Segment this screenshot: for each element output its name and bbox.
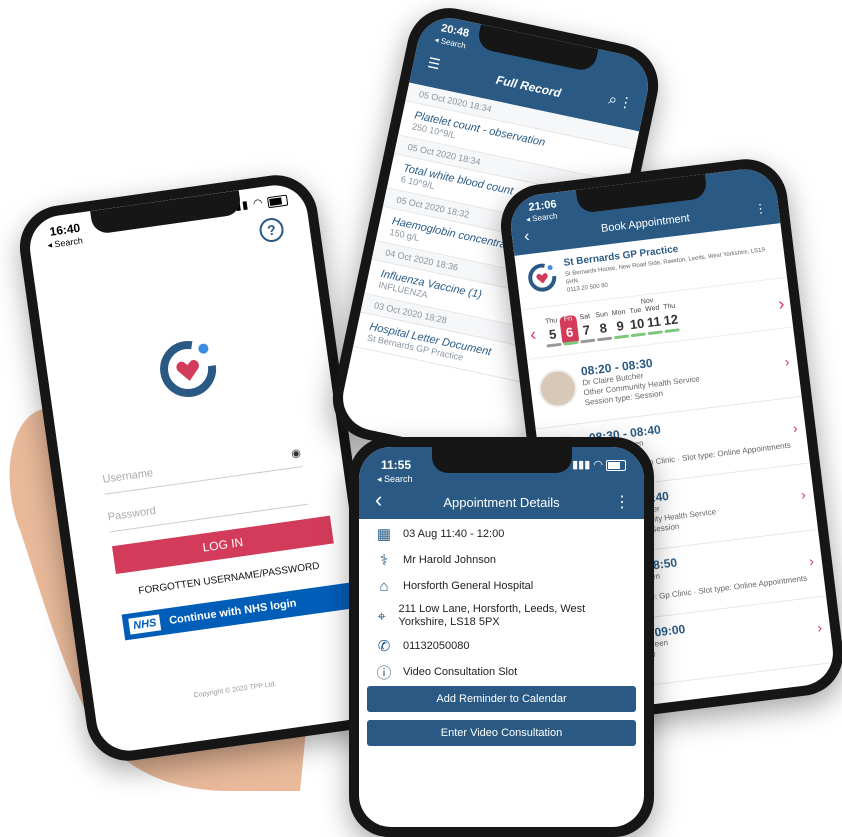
- doctor-icon: ⚕: [379, 552, 389, 569]
- day-of-week: Sun: [595, 310, 609, 320]
- details-phone: 11:55 ◂ Search ▮▮▮ ◠ ‹ Appointment Detai…: [349, 437, 654, 837]
- status-time: 11:55: [381, 458, 412, 472]
- help-icon: ?: [266, 221, 277, 239]
- nhs-logo: NHS: [128, 614, 162, 635]
- chevron-right-icon: ›: [808, 552, 815, 570]
- phone-icon: ✆: [377, 638, 391, 655]
- more-icon[interactable]: ⋮: [614, 492, 630, 512]
- day-thu-12[interactable]: Thu 12: [660, 302, 680, 334]
- day-of-week: Thu: [662, 302, 676, 312]
- day-number: 5: [548, 326, 558, 343]
- map-pin-icon: ⌖: [377, 607, 386, 625]
- day-number: 10: [628, 315, 646, 333]
- day-of-week: Thu: [544, 317, 558, 326]
- avatar: [536, 367, 580, 410]
- detail-location-text: Horsforth General Hospital: [403, 580, 534, 592]
- notch: [431, 447, 572, 473]
- detail-location: ⌂ Horsforth General Hospital: [359, 573, 644, 599]
- day-of-week: Fri: [563, 315, 573, 324]
- calendar-icon: ▦: [376, 526, 392, 543]
- day-of-week: Wed: [644, 304, 660, 314]
- next-week-icon[interactable]: ›: [777, 293, 786, 315]
- hospital-icon: ⌂: [379, 577, 389, 595]
- detail-slot-type-text: Video Consultation Slot: [403, 666, 518, 678]
- day-of-week: Tue: [629, 306, 642, 316]
- detail-datetime-text: 03 Aug 11:40 - 12:00: [403, 528, 505, 540]
- eye-icon[interactable]: ◉: [290, 446, 302, 460]
- day-number: 11: [646, 313, 662, 331]
- day-number: 6: [565, 324, 575, 341]
- detail-slot-type: ⓘ Video Consultation Slot: [359, 659, 644, 685]
- detail-phone[interactable]: ✆ 01132050080: [359, 633, 644, 659]
- back-to-search-link[interactable]: ◂ Search: [377, 474, 413, 485]
- detail-clinician: ⚕ Mr Harold Johnson: [359, 547, 644, 573]
- chevron-right-icon: ›: [799, 486, 807, 503]
- more-icon[interactable]: ⋮: [754, 201, 768, 216]
- battery-icon: [606, 459, 626, 471]
- username-placeholder: Username: [101, 466, 154, 486]
- practice-logo: [526, 261, 559, 294]
- login-screen: 16:40 ◂ Search ▮▮▮ ◠ ? Username ◉ Passwo…: [25, 181, 379, 755]
- copyright-text: Copyright © 2020 TPP Ltd.: [193, 680, 277, 700]
- page-title: Appointment Details: [443, 495, 560, 510]
- prev-week-icon[interactable]: ‹: [529, 324, 538, 346]
- battery-icon: [266, 194, 289, 208]
- detail-phone-text: 01132050080: [403, 640, 470, 652]
- day-number: 9: [615, 318, 625, 334]
- chevron-right-icon: ›: [816, 619, 823, 636]
- day-of-week: Mon: [611, 308, 626, 318]
- chevron-right-icon: ›: [791, 419, 799, 437]
- day-number: 8: [598, 320, 608, 336]
- enter-video-consultation-button[interactable]: Enter Video Consultation: [367, 720, 636, 746]
- signal-icon: ▮▮▮ ◠: [572, 458, 626, 471]
- day-number: 12: [662, 311, 679, 329]
- nhs-button-label: Continue with NHS login: [168, 597, 298, 627]
- detail-clinician-text: Mr Harold Johnson: [403, 554, 496, 566]
- detail-address: ⌖ 211 Low Lane, Horsforth, Leeds, West Yo…: [359, 599, 644, 633]
- detail-address-text: 211 Low Lane, Horsforth, Leeds, West Yor…: [398, 603, 586, 628]
- add-reminder-button[interactable]: Add Reminder to Calendar: [367, 686, 636, 712]
- detail-datetime: ▦ 03 Aug 11:40 - 12:00: [359, 521, 644, 547]
- info-icon: ⓘ: [376, 664, 392, 682]
- day-of-week: Sat: [579, 313, 591, 322]
- details-list: ▦ 03 Aug 11:40 - 12:00 ⚕ Mr Harold Johnson…: [359, 521, 644, 685]
- app-logo: [154, 335, 222, 403]
- password-placeholder: Password: [107, 504, 157, 524]
- chevron-right-icon: ›: [783, 353, 791, 370]
- day-number: 7: [581, 322, 591, 338]
- details-screen: 11:55 ◂ Search ▮▮▮ ◠ ‹ Appointment Detai…: [359, 447, 644, 827]
